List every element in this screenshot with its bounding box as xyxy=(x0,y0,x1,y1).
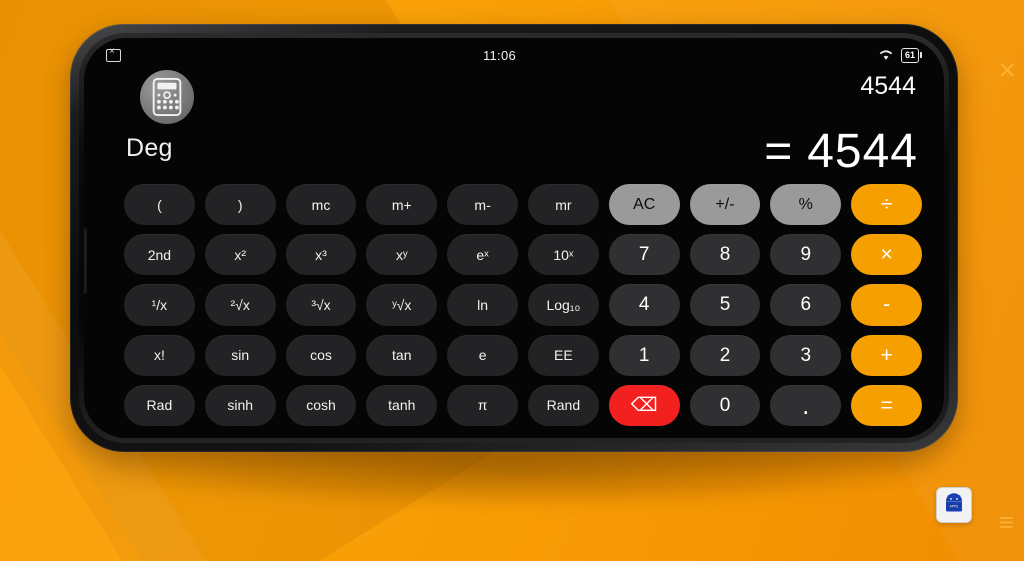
battery-indicator: 61 xyxy=(900,47,922,63)
key-cosh[interactable]: cosh xyxy=(285,384,357,426)
key-cube-root[interactable]: ³√x xyxy=(285,284,357,326)
svg-text:APPtz: APPtz xyxy=(950,505,959,509)
key-2nd[interactable]: 2nd xyxy=(124,234,195,276)
key-e-pow-x[interactable]: eˣ xyxy=(447,234,518,276)
battery-cap xyxy=(920,52,922,58)
key-decimal[interactable]: . xyxy=(770,384,842,426)
key-2[interactable]: 2 xyxy=(689,334,761,376)
key-close-paren[interactable]: ) xyxy=(204,184,276,226)
phone-screen: 11:06 61 xyxy=(84,38,944,438)
key-sinh[interactable]: sinh xyxy=(204,384,276,426)
battery-percent-label: 61 xyxy=(904,49,915,60)
key-delete[interactable]: ⌫ xyxy=(608,384,680,426)
secondary-result: 4544 xyxy=(860,72,916,100)
key-rad[interactable]: Rad xyxy=(124,384,195,426)
key-m-minus[interactable]: m- xyxy=(447,184,518,226)
key-4[interactable]: 4 xyxy=(608,284,680,326)
key-3[interactable]: 3 xyxy=(770,334,842,376)
status-bar-clock: 11:06 xyxy=(482,47,517,63)
key-tanh[interactable]: tanh xyxy=(366,384,438,426)
calculator-display: 4544 Deg = 4544 xyxy=(84,72,944,180)
key-6[interactable]: 6 xyxy=(770,284,842,326)
key-x-pow-y[interactable]: xʸ xyxy=(366,234,438,276)
key-e[interactable]: e xyxy=(447,334,518,376)
key-m-plus[interactable]: m+ xyxy=(366,184,438,226)
key-tan[interactable]: tan xyxy=(366,334,438,376)
key-percent[interactable]: % xyxy=(770,184,842,226)
key-minus[interactable]: - xyxy=(851,284,922,326)
key-equals[interactable]: = xyxy=(851,384,922,426)
key-factorial[interactable]: x! xyxy=(124,334,195,376)
key-log10[interactable]: Log₁₀ xyxy=(528,284,599,326)
phone-device-frame: 11:06 61 xyxy=(70,24,958,452)
volume-button[interactable] xyxy=(84,228,87,294)
menu-icon[interactable]: ≡ xyxy=(999,509,1014,535)
key-x-squared[interactable]: x² xyxy=(204,234,276,276)
key-plus[interactable]: + xyxy=(851,334,922,376)
key-rand[interactable]: Rand xyxy=(528,384,599,426)
key-plus-minus[interactable]: +/- xyxy=(689,184,761,226)
status-bar-right: 61 xyxy=(878,47,922,63)
key-ten-pow-x[interactable]: 10ˣ xyxy=(528,234,599,276)
calculator-keypad: () mc m+ m-mr AC +/-% ÷ 2nd x² x³ xʸ eˣ 10ˣ 7 8 9 × ¹/x ²√… xyxy=(124,184,922,426)
key-sin[interactable]: sin xyxy=(204,334,276,376)
key-5[interactable]: 5 xyxy=(689,284,761,326)
primary-result: = 4544 xyxy=(764,124,918,179)
status-bar-left xyxy=(106,46,121,62)
key-mr[interactable]: mr xyxy=(528,184,599,226)
wifi-icon xyxy=(879,50,893,60)
result-value: 4544 xyxy=(807,125,918,178)
key-x-cubed[interactable]: x³ xyxy=(285,234,357,276)
key-pi[interactable]: π xyxy=(447,384,518,426)
key-9[interactable]: 9 xyxy=(770,234,842,276)
key-mc[interactable]: mc xyxy=(285,184,357,226)
android-robot-icon: APPtz xyxy=(946,493,962,512)
status-bar: 11:06 61 xyxy=(84,38,944,72)
key-reciprocal[interactable]: ¹/x xyxy=(124,284,195,326)
key-8[interactable]: 8 xyxy=(689,234,761,276)
angle-mode-label: Deg xyxy=(126,134,173,162)
key-ln[interactable]: ln xyxy=(447,284,518,326)
equals-sign: = xyxy=(764,125,794,178)
key-cos[interactable]: cos xyxy=(285,334,357,376)
key-7[interactable]: 7 xyxy=(608,234,680,276)
key-open-paren[interactable]: ( xyxy=(124,184,195,226)
android-app-badge[interactable]: APPtz xyxy=(936,487,972,523)
key-square-root[interactable]: ²√x xyxy=(204,284,276,326)
close-icon[interactable]: × xyxy=(998,56,1016,86)
screen-cast-icon xyxy=(106,46,121,62)
key-y-root[interactable]: ʸ√x xyxy=(366,284,438,326)
key-0[interactable]: 0 xyxy=(689,384,761,426)
key-1[interactable]: 1 xyxy=(608,334,680,376)
phone-bezel: 11:06 61 xyxy=(79,33,949,443)
key-divide[interactable]: ÷ xyxy=(851,184,922,226)
key-ee[interactable]: EE xyxy=(528,334,599,376)
key-ac[interactable]: AC xyxy=(608,184,680,226)
key-multiply[interactable]: × xyxy=(851,234,922,276)
